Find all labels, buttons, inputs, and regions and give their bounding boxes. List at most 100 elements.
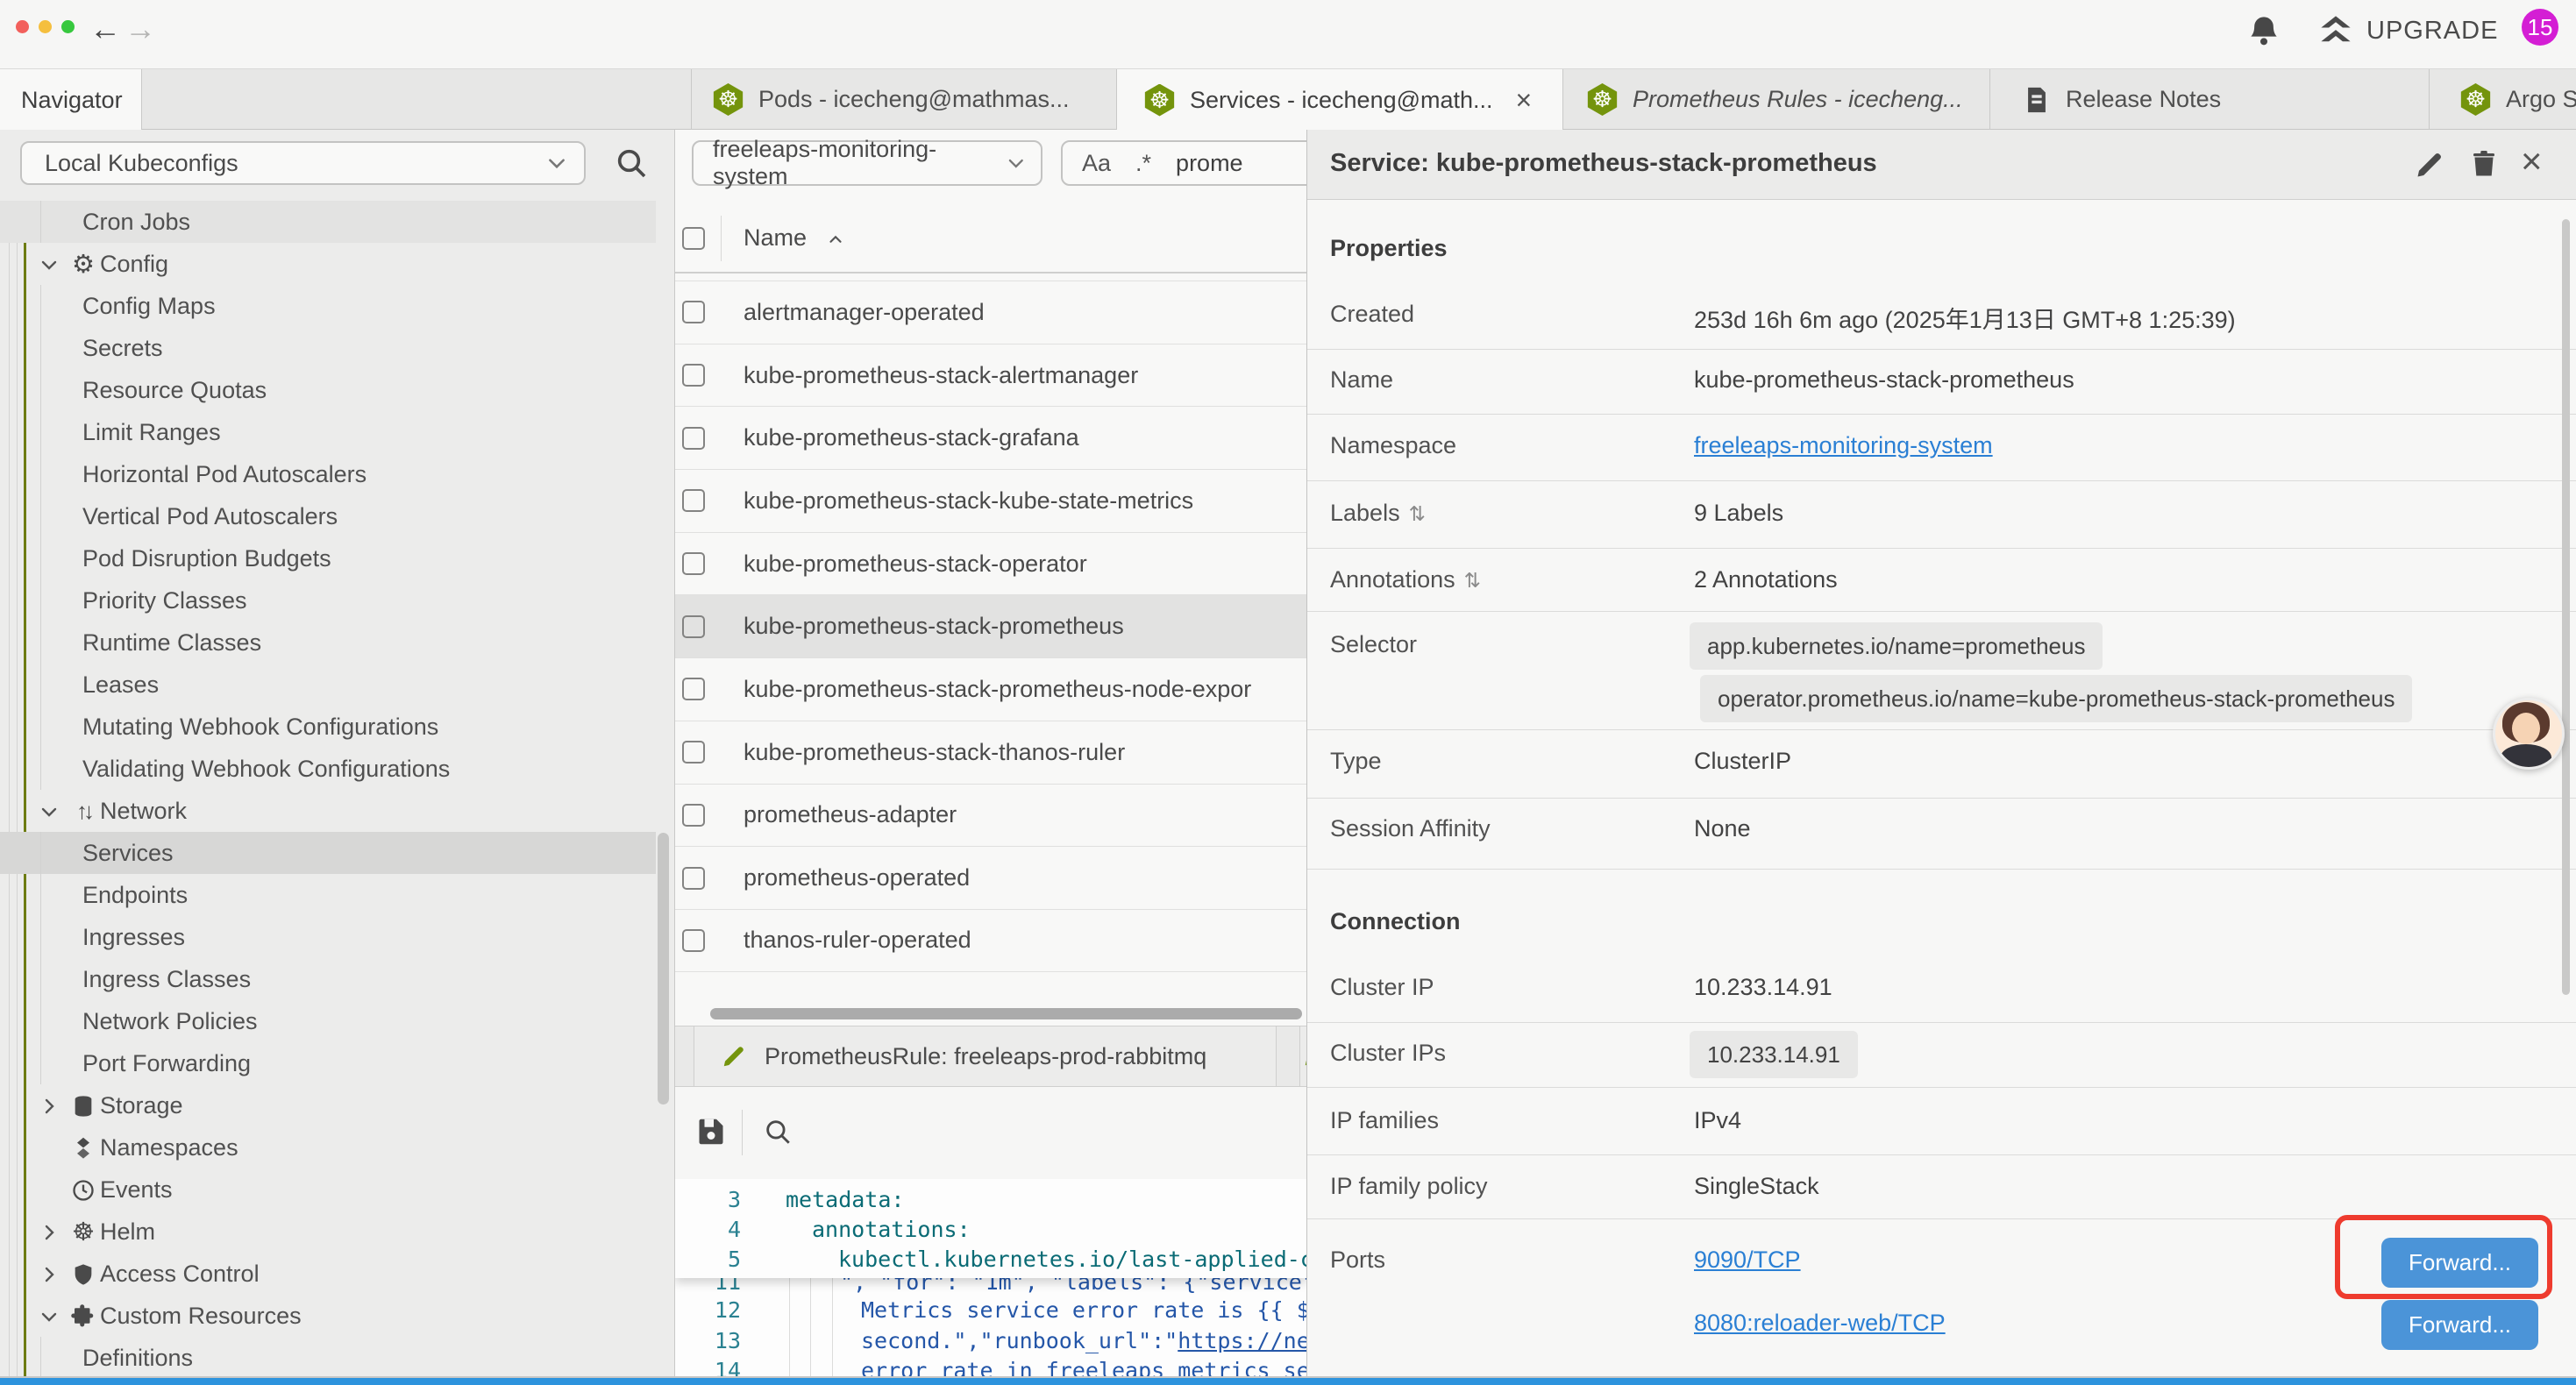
tree-item-leases[interactable]: Leases <box>0 664 675 706</box>
upgrade-button[interactable]: UPGRADE <box>2317 12 2498 49</box>
port-link[interactable]: 9090/TCP <box>1694 1246 1801 1274</box>
back-arrow-icon[interactable]: ← <box>89 11 121 47</box>
kubeconfig-select[interactable]: Local Kubeconfigs <box>20 141 586 185</box>
horizontal-scrollbar-thumb[interactable] <box>710 1008 1302 1019</box>
namespace-link[interactable]: freeleaps-monitoring-system <box>1694 432 1993 459</box>
chevron-down-icon[interactable] <box>39 798 67 825</box>
tree-item-ingresses[interactable]: Ingresses <box>0 916 675 958</box>
chevron-right-icon[interactable] <box>39 1261 67 1288</box>
tab-prometheus-rules[interactable]: ☸ Prometheus Rules - icecheng... <box>1563 69 1990 130</box>
tab-release-notes[interactable]: Release Notes <box>1990 69 2430 130</box>
code-link[interactable]: https://net <box>1178 1328 1306 1353</box>
row-checkbox[interactable] <box>682 867 705 890</box>
tree-group-access-control[interactable]: Access Control <box>0 1253 675 1295</box>
tree-item-pod-disruption-budgets[interactable]: Pod Disruption Budgets <box>0 537 675 579</box>
tree-item-definitions[interactable]: Definitions <box>0 1337 675 1378</box>
row-checkbox[interactable] <box>682 364 705 387</box>
delete-trash-icon[interactable] <box>2468 148 2500 180</box>
edit-pencil-icon[interactable] <box>2414 149 2445 181</box>
row-checkbox[interactable] <box>682 804 705 827</box>
save-icon[interactable] <box>695 1116 727 1147</box>
row-checkbox[interactable] <box>682 301 705 323</box>
row-checkbox[interactable] <box>682 489 705 512</box>
detail-scrollbar-thumb[interactable] <box>2562 219 2570 995</box>
table-row[interactable]: kube-prometheus-stack-kube-state-metrics <box>675 469 1306 532</box>
tree-item-limit-ranges[interactable]: Limit Ranges <box>0 411 675 453</box>
user-avatar[interactable] <box>2493 698 2565 770</box>
namespace-select[interactable]: freeleaps-monitoring-system <box>692 140 1042 186</box>
tree-item-endpoints[interactable]: Endpoints <box>0 874 675 916</box>
expand-collapse-icon[interactable]: ⇅ <box>1464 569 1481 592</box>
table-row[interactable]: kube-prometheus-stack-alertmanager <box>675 344 1306 407</box>
tree-item-resource-quotas[interactable]: Resource Quotas <box>0 369 675 411</box>
bell-icon[interactable] <box>2246 14 2281 49</box>
row-checkbox[interactable] <box>682 552 705 575</box>
forward-arrow-icon[interactable]: → <box>125 11 156 47</box>
notification-badge[interactable]: 15 <box>2522 9 2558 46</box>
row-checkbox[interactable] <box>682 929 705 952</box>
regex-toggle[interactable]: .* <box>1135 150 1151 177</box>
table-row-selected[interactable]: kube-prometheus-stack-prometheus <box>675 594 1306 657</box>
chevron-right-icon[interactable] <box>39 1218 67 1246</box>
table-row[interactable]: thanos-ruler-operated <box>675 909 1306 972</box>
tree-group-namespaces[interactable]: Namespaces <box>0 1126 675 1168</box>
close-tab-icon[interactable]: × <box>1516 84 1533 117</box>
property-key-annotations[interactable]: Annotations⇅ <box>1330 566 1481 593</box>
minimize-window-button[interactable] <box>39 20 52 33</box>
tree-group-network[interactable]: ↑↓ Network <box>0 790 675 832</box>
tree-item-vertical-pod-autoscalers[interactable]: Vertical Pod Autoscalers <box>0 495 675 537</box>
tree-item-priority-classes[interactable]: Priority Classes <box>0 579 675 621</box>
property-key-labels[interactable]: Labels⇅ <box>1330 500 1426 527</box>
tree-item-runtime-classes[interactable]: Runtime Classes <box>0 621 675 664</box>
selector-chip[interactable]: app.kubernetes.io/name=prometheus <box>1690 622 2103 670</box>
close-window-button[interactable] <box>16 20 29 33</box>
tree-item-horizontal-pod-autoscalers[interactable]: Horizontal Pod Autoscalers <box>0 453 675 495</box>
editor-tab-partial[interactable] <box>1299 1026 1306 1086</box>
editor-search-icon[interactable] <box>763 1117 793 1147</box>
table-row[interactable]: kube-prometheus-stack-operator <box>675 532 1306 595</box>
search-input[interactable]: Aa .* prome <box>1061 140 1306 186</box>
tree-item-services[interactable]: Services <box>0 832 675 874</box>
search-icon[interactable] <box>614 146 649 181</box>
table-row[interactable]: prometheus-operated <box>675 846 1306 909</box>
tree-item-cron-jobs[interactable]: Cron Jobs <box>0 201 675 243</box>
editor-tab[interactable]: PrometheusRule: freeleaps-prod-rabbitmq <box>694 1026 1277 1086</box>
tree-item-network-policies[interactable]: Network Policies <box>0 1000 675 1042</box>
chevron-right-icon[interactable] <box>39 1092 67 1119</box>
table-row[interactable]: kube-prometheus-stack-thanos-ruler <box>675 721 1306 784</box>
row-checkbox[interactable] <box>682 741 705 764</box>
case-sensitive-toggle[interactable]: Aa <box>1082 150 1111 177</box>
row-checkbox[interactable] <box>682 427 705 450</box>
maximize-window-button[interactable] <box>61 20 75 33</box>
tree-item-mutating-webhook-configurations[interactable]: Mutating Webhook Configurations <box>0 706 675 748</box>
row-checkbox[interactable] <box>682 678 705 700</box>
table-row[interactable]: kube-prometheus-stack-prometheus-node-ex… <box>675 657 1306 721</box>
forward-button[interactable]: Forward... <box>2381 1300 2538 1350</box>
expand-collapse-icon[interactable]: ⇅ <box>1409 502 1426 525</box>
select-all-checkbox[interactable] <box>682 227 705 250</box>
tree-item-ingress-classes[interactable]: Ingress Classes <box>0 958 675 1000</box>
table-row[interactable]: kube-prometheus-stack-grafana <box>675 406 1306 469</box>
tab-argo[interactable]: ☸ Argo Se <box>2430 69 2576 130</box>
tree-item-secrets[interactable]: Secrets <box>0 327 675 369</box>
tree-group-storage[interactable]: Storage <box>0 1084 675 1126</box>
selector-chip[interactable]: operator.prometheus.io/name=kube-prometh… <box>1700 675 2412 722</box>
sidebar-scrollbar-thumb[interactable] <box>658 833 669 1104</box>
port-link[interactable]: 8080:reloader-web/TCP <box>1694 1310 1946 1337</box>
tree-group-events[interactable]: Events <box>0 1168 675 1211</box>
close-panel-icon[interactable]: × <box>2521 140 2543 182</box>
tree-group-custom-resources[interactable]: Custom Resources <box>0 1295 675 1337</box>
tab-services[interactable]: ☸ Services - icecheng@math... × <box>1117 69 1563 131</box>
chevron-down-icon[interactable] <box>39 1303 67 1330</box>
tree-item-validating-webhook-configurations[interactable]: Validating Webhook Configurations <box>0 748 675 790</box>
row-checkbox[interactable] <box>682 615 705 638</box>
tree-item-port-forwarding[interactable]: Port Forwarding <box>0 1042 675 1084</box>
chevron-down-icon[interactable] <box>39 251 67 278</box>
tree-group-helm[interactable]: ☸ Helm <box>0 1211 675 1253</box>
tree-item-config-maps[interactable]: Config Maps <box>0 285 675 327</box>
table-row[interactable]: prometheus-adapter <box>675 784 1306 847</box>
cluster-ips-chip[interactable]: 10.233.14.91 <box>1690 1031 1858 1078</box>
yaml-editor[interactable]: 11 ", "for": "1m", "labels": {"service":… <box>675 1179 1306 1378</box>
tab-pods[interactable]: ☸ Pods - icecheng@mathmas... <box>691 69 1117 130</box>
tab-navigator[interactable]: Navigator <box>0 69 142 131</box>
